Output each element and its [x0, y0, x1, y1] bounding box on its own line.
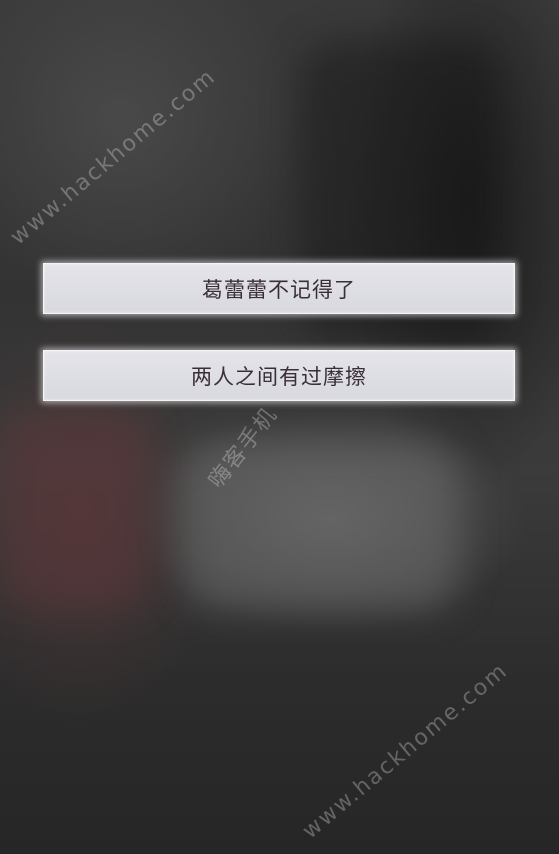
game-scene: www.hackhome.com 嗨客手机 www.hackhome.com 葛…: [0, 0, 559, 854]
dialogue-choice-button[interactable]: 两人之间有过摩擦: [43, 350, 515, 401]
dialogue-choice-button[interactable]: 葛蕾蕾不记得了: [43, 263, 515, 314]
background-blur-red: [0, 410, 150, 610]
watermark-text: www.hackhome.com: [5, 64, 221, 251]
choice-label: 葛蕾蕾不记得了: [202, 277, 356, 302]
choice-label: 两人之间有过摩擦: [191, 364, 367, 389]
watermark-text: www.hackhome.com: [297, 658, 513, 845]
